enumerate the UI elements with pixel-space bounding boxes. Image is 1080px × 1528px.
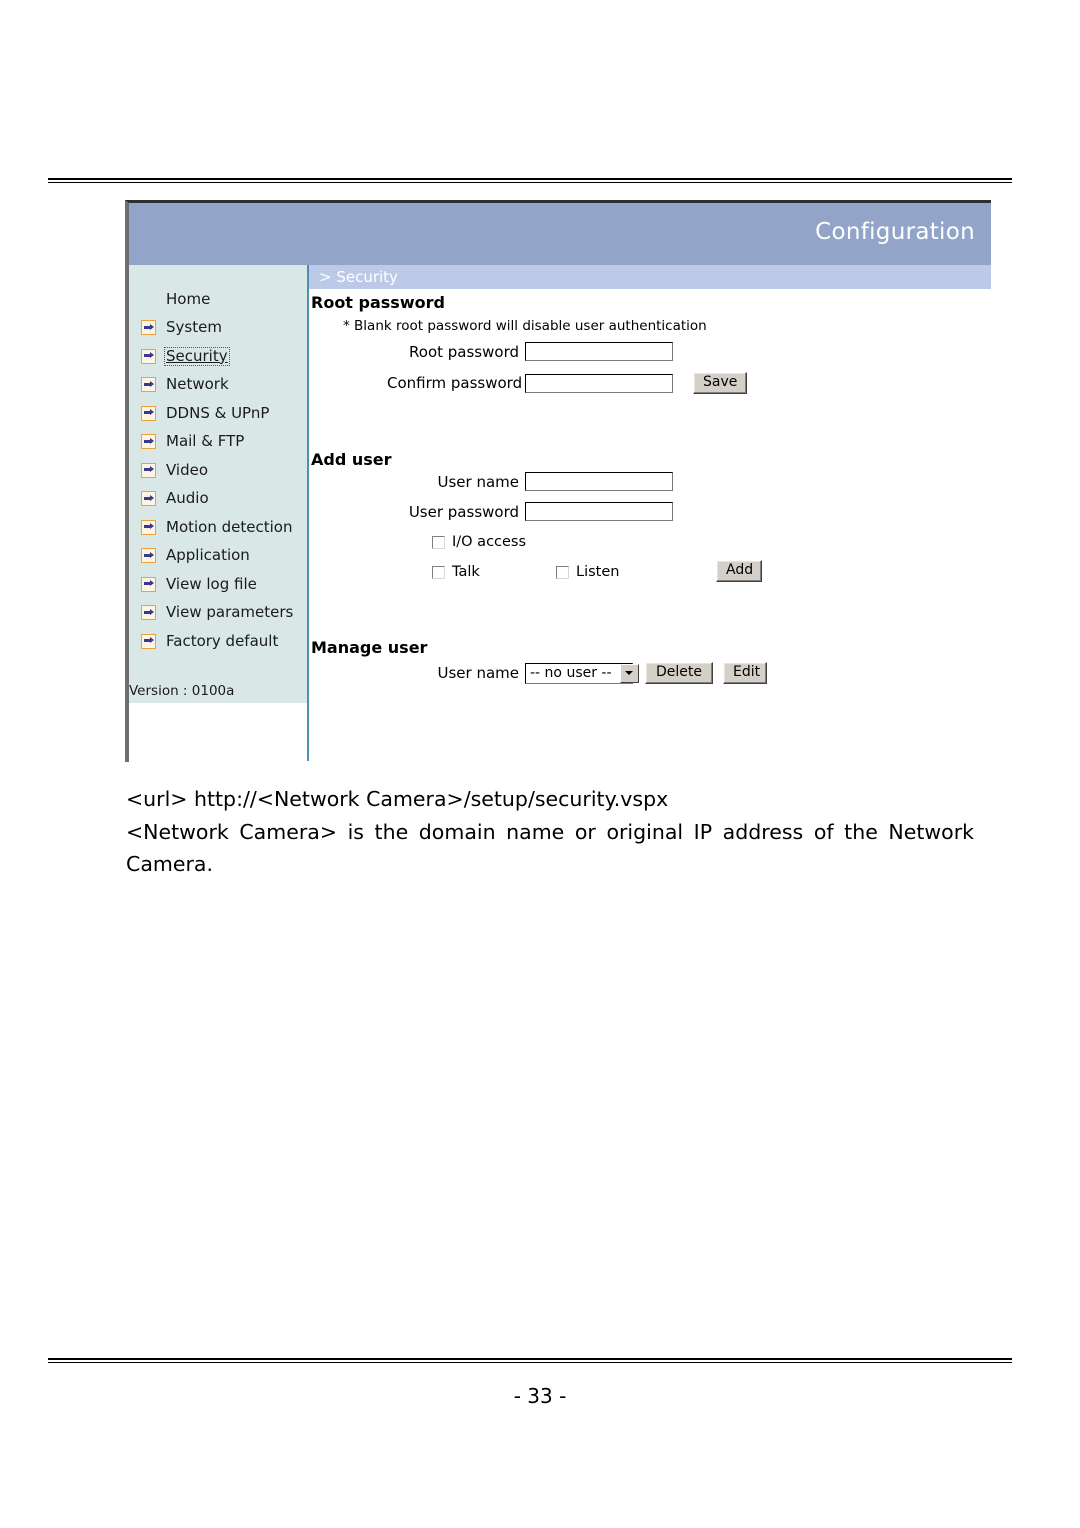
- io-access-checkbox[interactable]: [432, 535, 445, 549]
- root-password-label: Root password: [409, 342, 519, 361]
- sidebar-item-label: Security: [164, 346, 230, 366]
- sidebar-item-view-log-file[interactable]: View log file: [129, 570, 307, 599]
- rule-thick-line: [48, 178, 1012, 180]
- page-title: Configuration: [815, 219, 975, 245]
- url-line: <url> http://<Network Camera>/setup/secu…: [126, 787, 669, 811]
- sidebar-item-security[interactable]: Security: [129, 342, 307, 371]
- sidebar-item-factory-default[interactable]: Factory default: [129, 627, 307, 656]
- bottom-page-rule: [48, 1358, 1012, 1363]
- sidebar-item-home[interactable]: Home: [129, 285, 307, 314]
- rule-thin-line: [48, 182, 1012, 183]
- breadcrumb: > Security: [319, 268, 398, 286]
- root-password-input[interactable]: [525, 342, 673, 361]
- sidebar-item-label: Mail & FTP: [166, 432, 245, 451]
- arrow-icon: [141, 491, 156, 507]
- add-user-password-label: User password: [408, 502, 519, 521]
- io-access-checkbox-row[interactable]: I/O access: [432, 534, 526, 550]
- listen-checkbox[interactable]: [556, 565, 569, 579]
- arrow-icon: [141, 548, 156, 564]
- root-password-row: Root password: [387, 342, 673, 361]
- listen-label: Listen: [576, 564, 620, 580]
- manage-user-section-title: Manage user: [311, 638, 428, 657]
- arrow-icon: [141, 519, 156, 535]
- sidebar-item-system[interactable]: System: [129, 314, 307, 343]
- sidebar-item-label: Factory default: [166, 631, 279, 650]
- sidebar: Home System Security Network DDNS & UPnP: [129, 265, 307, 703]
- add-user-name-row: User name: [387, 472, 673, 491]
- confirm-password-input[interactable]: [525, 373, 673, 393]
- add-user-name-input[interactable]: [525, 472, 673, 491]
- add-user-password-row: User password: [387, 502, 673, 521]
- manage-user-name-label: User name: [437, 664, 520, 683]
- rule-thick-line: [48, 1358, 1012, 1360]
- add-user-button[interactable]: Add: [716, 560, 762, 583]
- rule-thin-line: [48, 1362, 1012, 1363]
- top-page-rule: [48, 178, 1012, 183]
- add-user-section-title: Add user: [311, 450, 392, 469]
- content-panel: Root password * Blank root password will…: [311, 289, 991, 761]
- sidebar-item-video[interactable]: Video: [129, 456, 307, 485]
- root-password-hint: * Blank root password will disable user …: [343, 318, 707, 334]
- sidebar-item-label: Audio: [166, 489, 209, 508]
- page-number: - 33 -: [513, 1384, 567, 1408]
- manage-user-select[interactable]: -- no user --: [525, 662, 639, 684]
- add-user-password-input[interactable]: [525, 502, 673, 521]
- talk-label: Talk: [452, 564, 480, 580]
- arrow-icon: [141, 405, 156, 421]
- talk-checkbox-row[interactable]: Talk: [432, 564, 480, 580]
- sidebar-item-ddns-upnp[interactable]: DDNS & UPnP: [129, 399, 307, 428]
- arrow-icon: [141, 462, 156, 478]
- sidebar-content-divider: [307, 265, 309, 761]
- sidebar-item-label: DDNS & UPnP: [166, 403, 270, 422]
- arrow-icon: [141, 434, 156, 450]
- sidebar-item-label: View parameters: [166, 603, 294, 622]
- manage-user-select-value: -- no user --: [530, 665, 612, 682]
- arrow-icon: [141, 348, 156, 364]
- arrow-icon: [141, 605, 156, 621]
- root-password-section-title: Root password: [311, 293, 445, 312]
- talk-checkbox[interactable]: [432, 565, 445, 579]
- chevron-down-icon[interactable]: [619, 663, 639, 683]
- sidebar-menu: Home System Security Network DDNS & UPnP: [129, 285, 307, 656]
- sidebar-item-network[interactable]: Network: [129, 371, 307, 400]
- io-access-label: I/O access: [452, 534, 527, 550]
- network-camera-configuration-screenshot: Configuration Home System Security Netwo…: [125, 200, 991, 762]
- sidebar-item-label: Network: [166, 375, 229, 394]
- sidebar-item-label: View log file: [166, 574, 257, 593]
- save-button[interactable]: Save: [693, 372, 747, 395]
- breadcrumb-bar: > Security: [309, 265, 991, 289]
- arrow-icon: [141, 633, 156, 649]
- manage-user-row: User name -- no user -- Delete Edit: [407, 662, 767, 685]
- listen-checkbox-row[interactable]: Listen: [556, 564, 619, 580]
- confirm-password-label: Confirm password: [387, 374, 523, 393]
- sidebar-item-mail-ftp[interactable]: Mail & FTP: [129, 428, 307, 457]
- arrow-icon: [141, 320, 156, 336]
- sidebar-item-audio[interactable]: Audio: [129, 485, 307, 514]
- firmware-version-label: Version : 0100a: [129, 683, 235, 699]
- delete-user-button[interactable]: Delete: [645, 662, 713, 685]
- sidebar-item-label: Application: [166, 546, 250, 565]
- confirm-password-row: Confirm password Save: [387, 372, 747, 395]
- sidebar-item-label: System: [166, 318, 222, 337]
- sidebar-item-label: Video: [166, 460, 209, 479]
- sidebar-item-label: Motion detection: [166, 517, 293, 536]
- add-user-name-label: User name: [437, 472, 520, 491]
- edit-user-button[interactable]: Edit: [723, 662, 767, 685]
- sidebar-item-motion-detection[interactable]: Motion detection: [129, 513, 307, 542]
- arrow-icon: [141, 377, 156, 393]
- arrow-icon: [141, 576, 156, 592]
- sidebar-item-view-parameters[interactable]: View parameters: [129, 599, 307, 628]
- sidebar-item-label: Home: [166, 289, 211, 308]
- description-paragraph: <Network Camera> is the domain name or o…: [126, 820, 974, 876]
- ui-header-bar: Configuration: [129, 203, 991, 265]
- sidebar-item-application[interactable]: Application: [129, 542, 307, 571]
